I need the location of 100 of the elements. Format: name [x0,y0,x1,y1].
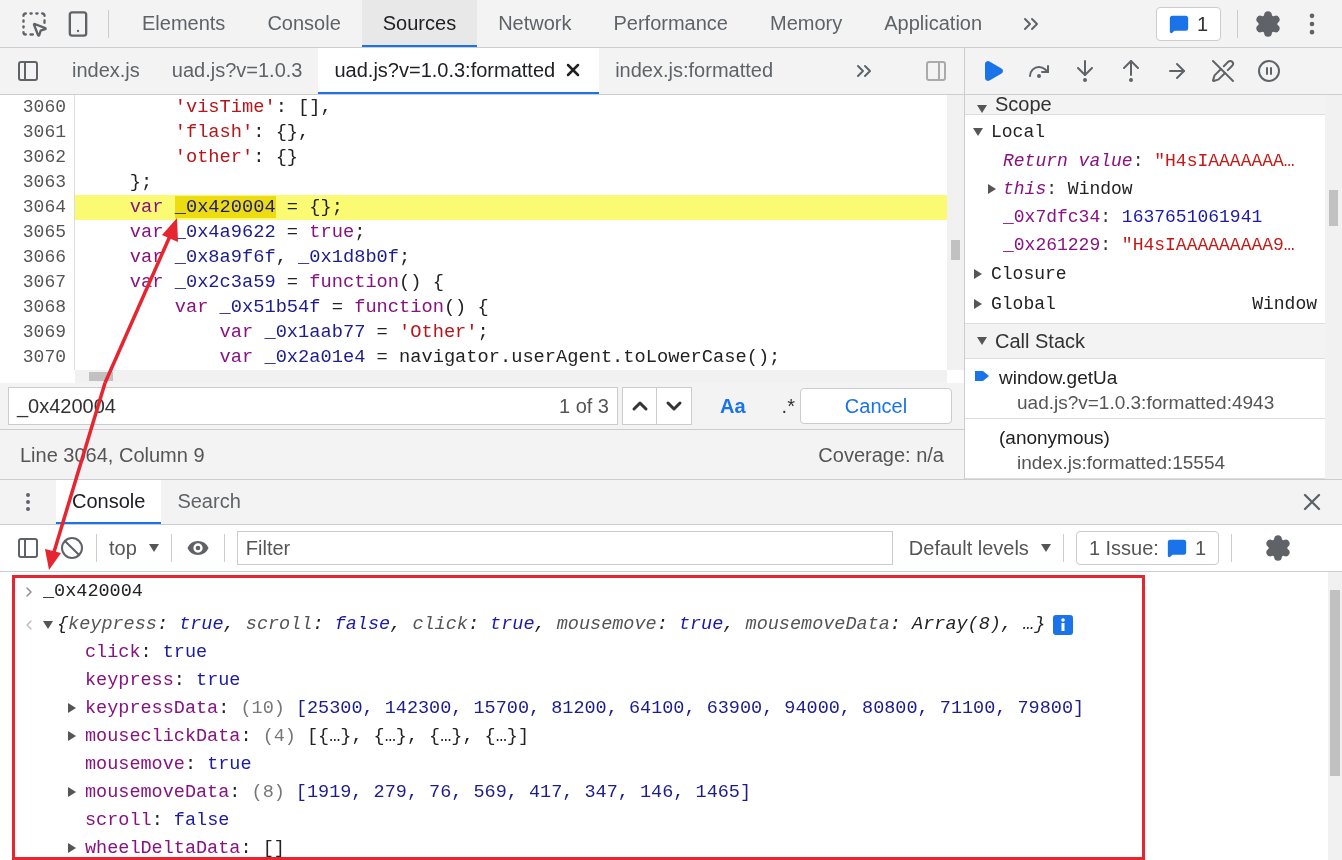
line-number: 3060 [21,96,66,119]
issues-button[interactable]: 1 [1155,6,1221,41]
object-property[interactable]: scroll: false [15,806,1142,834]
settings-icon[interactable] [1254,9,1282,38]
line-number: 3068 [21,296,66,319]
caret-icon[interactable] [67,843,77,853]
scope-variable[interactable]: this: Window [965,175,1325,203]
variable-name: Return value [1003,149,1133,173]
message-icon [1168,13,1189,34]
line-number: 3069 [21,321,66,344]
caret-icon[interactable] [973,127,983,137]
object-property[interactable]: mousemoveData: (8) [1919, 279, 76, 569, 417, 347, 146, 1465] [15,778,1142,806]
code-line: var _0x1aab77 = 'Other'; [218,320,490,345]
section-title: Call Stack [995,329,1086,354]
line-number: 3063 [21,171,66,194]
caret-icon[interactable] [43,619,53,630]
caret-icon[interactable] [977,104,987,114]
code-line: var _0x2a01e4 = navigator.userAgent.toLowerCase(); [218,345,782,370]
separator: : [1100,233,1113,257]
separator: : [1046,177,1059,201]
separator: : [1132,149,1145,173]
sidebar-toggle-icon[interactable] [16,536,40,560]
sidebar-toggle-icon[interactable] [16,59,40,83]
object-property[interactable]: mousemove: true [15,750,1142,778]
code-line: 'visTime': [], [173,95,333,120]
line-number: 3061 [21,121,66,144]
frame-location: index.js:formatted:15554 [1016,451,1226,475]
object-property[interactable]: click: true [15,638,1142,666]
filter-field[interactable]: Filter [236,531,893,565]
caret-icon[interactable] [987,184,997,194]
function-name: (anonymous) [999,426,1111,450]
panel-tab[interactable]: Console [246,0,362,47]
object-preview[interactable]: {keypress: true, scroll: false, click: true, mousemove: true, mousemoveData: Array(8), …} [57,611,1046,638]
line-number: 3066 [21,246,66,269]
variable-value: Window [1067,177,1133,201]
inspect-icon[interactable] [20,9,48,38]
scope-variable[interactable]: _0x7dfc34: 1637651061941 [965,203,1325,231]
panel-tab[interactable]: Application [863,0,1004,47]
code-line: 'flash': {}, [173,120,311,145]
panel-tab[interactable]: Elements [121,0,247,47]
panel-tab[interactable]: Performance [592,0,749,47]
scope-name: Global [991,292,1057,316]
line-number: 3070 [21,346,66,369]
sidebar-toggle-icon[interactable] [924,59,948,83]
issues-button[interactable]: 1 Issue: 1 [1075,531,1220,565]
scrollbar[interactable] [1325,95,1342,479]
file-tab[interactable]: index.js:formatted [599,48,790,94]
horizontal-scrollbar[interactable] [75,370,947,383]
scope-variable[interactable]: Return value: "H4sIAAAAAAA… [965,147,1325,175]
code-line: var _0x4a9622 = true; [128,220,367,245]
variable-name: _0x261229 [1003,233,1101,257]
panel-tab[interactable]: Sources [361,0,478,47]
regex-button[interactable]: .* [781,391,795,421]
code-line: var _0x51b54f = function() { [173,295,490,320]
scrollbar[interactable] [1328,572,1342,860]
clear-console-icon[interactable] [60,536,84,560]
caret-icon[interactable] [67,731,77,741]
caret-icon[interactable] [67,787,77,797]
cancel-button[interactable]: Cancel [800,388,952,424]
caret-icon[interactable] [67,703,77,713]
scope-variable[interactable]: _0x261229: "H4sIAAAAAAAAA9… [965,231,1325,259]
pause-icon[interactable] [1257,59,1281,83]
scope-group[interactable]: Closure [965,259,1325,289]
code-line: }; [128,170,154,195]
line-number: 3064 [21,196,66,219]
settings-icon[interactable] [1264,534,1293,562]
frame-location: uad.js?v=1.0.3:formatted:4943 [1016,391,1275,415]
object-property[interactable]: keypressData: (10) [25300, 142300, 15700, 81200, 64100, 63900, 94000, 80800, 71100, 79800] [15,694,1142,722]
drawer-tab[interactable]: Search [161,480,257,524]
file-tab[interactable]: index.js [56,48,156,94]
section-header[interactable]: Call Stack [965,323,1325,359]
file-tab[interactable]: uad.js?v=1.0.3 [155,48,319,94]
object-property[interactable]: keypress: true [15,666,1142,694]
object-property[interactable]: wheelDeltaData: [] [15,834,1142,857]
scrollbar[interactable] [947,95,964,370]
scope-group[interactable]: Local [965,117,1325,147]
object-property[interactable]: mouseclickData: (4) [{…}, {…}, {…}, {…}] [15,722,1142,750]
scope-value: Window [1252,292,1317,316]
info-icon[interactable] [1053,614,1074,635]
drawer-tab[interactable]: Console [56,480,162,524]
caret-icon[interactable] [973,269,983,279]
panel-tab[interactable]: Memory [749,0,864,47]
variable-value: "H4sIAAAAAAAAA9… [1121,233,1295,257]
separator: : [1100,205,1113,229]
caret-icon[interactable] [977,336,987,346]
coverage-status: Coverage: n/a [818,442,944,468]
match-case-button[interactable]: Aa [720,391,746,421]
variable-value: "H4sIAAAAAAA… [1154,149,1295,173]
levels-dropdown[interactable]: Default levels [908,533,1051,563]
function-name: window.getUa [999,366,1119,390]
caret-icon[interactable] [973,299,983,309]
dropdown-arrow-icon [1040,544,1051,552]
context-dropdown[interactable]: top [109,533,159,563]
match-count: 1 of 3 [558,394,609,419]
variable-name: _0x7dfc34 [1003,205,1101,229]
panel-tab[interactable]: Network [477,0,593,47]
file-tab[interactable]: uad.js?v=1.0.3:formatted [318,48,600,94]
pen-off-icon[interactable] [1211,59,1235,83]
scope-group[interactable]: Global Window [965,289,1325,319]
code-line: 'other': {} [173,145,300,170]
